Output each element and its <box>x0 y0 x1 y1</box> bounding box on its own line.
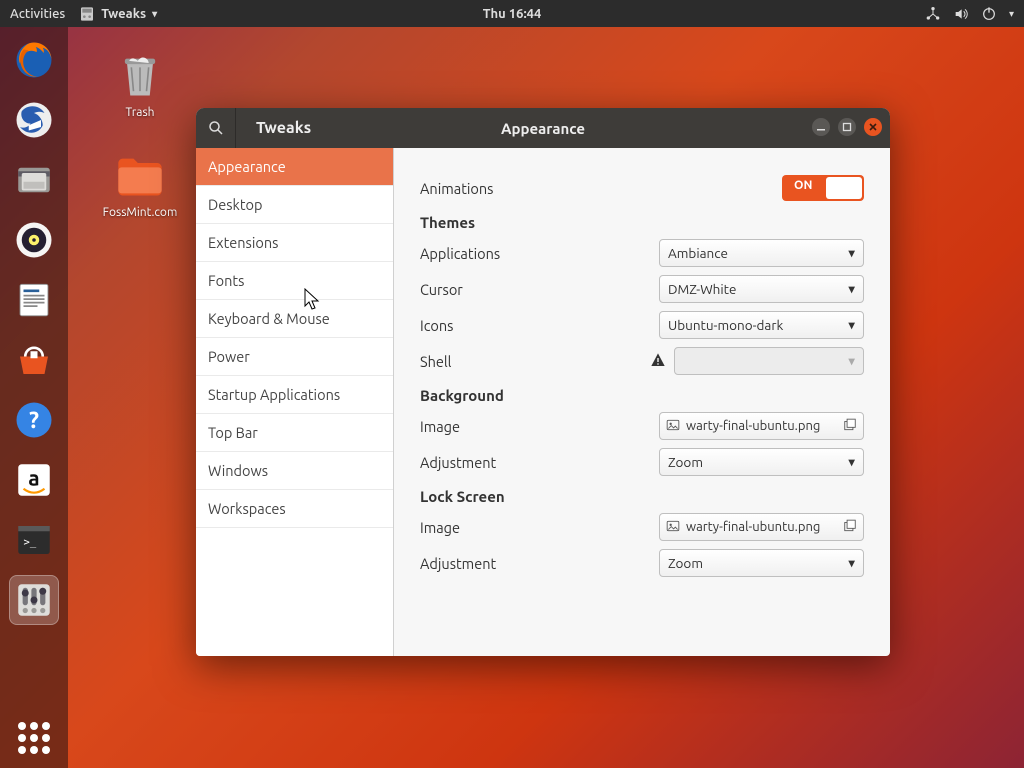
cursor-label: Cursor <box>420 281 650 298</box>
titlebar[interactable]: Tweaks Appearance <box>196 108 890 148</box>
sidebar-item-fonts[interactable]: Fonts <box>196 262 393 300</box>
applications-combo[interactable]: Ambiance ▾ <box>659 239 864 267</box>
mouse-cursor <box>304 288 322 315</box>
shell-combo: ▾ <box>674 347 864 375</box>
chevron-down-icon: ▾ <box>848 281 855 298</box>
desktop-trash[interactable]: Trash <box>100 50 180 119</box>
sidebar-item-windows[interactable]: Windows <box>196 452 393 490</box>
sidebar-item-power[interactable]: Power <box>196 338 393 376</box>
image-file-icon <box>666 519 680 536</box>
warning-icon <box>650 352 666 371</box>
image-file-icon <box>666 418 680 435</box>
ls-image-label: Image <box>420 519 650 536</box>
svg-text:?: ? <box>29 408 39 433</box>
sidebar-item-workspaces[interactable]: Workspaces <box>196 490 393 528</box>
applications-label: Applications <box>420 245 650 262</box>
chevron-down-icon: ▾ <box>848 245 855 262</box>
tweaks-app-icon <box>79 6 95 22</box>
dock-tweaks[interactable] <box>9 575 59 625</box>
sidebar-item-extensions[interactable]: Extensions <box>196 224 393 262</box>
ls-image-button[interactable]: warty-final-ubuntu.png <box>659 513 864 541</box>
sidebar-item-keyboard-mouse[interactable]: Keyboard & Mouse <box>196 300 393 338</box>
search-button[interactable] <box>196 108 236 148</box>
desktop-trash-label: Trash <box>100 106 180 119</box>
tweaks-window: Tweaks Appearance Appearance Desktop Ext… <box>196 108 890 656</box>
themes-header: Themes <box>420 214 864 231</box>
sidebar-item-desktop[interactable]: Desktop <box>196 186 393 224</box>
app-menu[interactable]: Tweaks ▾ <box>79 6 157 22</box>
ls-adjust-combo[interactable]: Zoom ▾ <box>659 549 864 577</box>
icons-combo[interactable]: Ubuntu-mono-dark ▾ <box>659 311 864 339</box>
sidebar-item-startup-apps[interactable]: Startup Applications <box>196 376 393 414</box>
dock-rhythmbox[interactable] <box>9 215 59 265</box>
svg-text:>_: >_ <box>24 536 37 548</box>
chevron-down-icon: ▾ <box>848 454 855 471</box>
svg-text:a: a <box>28 465 39 489</box>
power-icon[interactable] <box>981 6 997 22</box>
dock-writer[interactable] <box>9 275 59 325</box>
background-header: Background <box>420 387 864 404</box>
bg-adjust-combo[interactable]: Zoom ▾ <box>659 448 864 476</box>
show-applications-button[interactable] <box>18 722 50 754</box>
sidebar-item-top-bar[interactable]: Top Bar <box>196 414 393 452</box>
icons-label: Icons <box>420 317 650 334</box>
bg-adjust-label: Adjustment <box>420 454 650 471</box>
file-open-icon <box>843 418 857 435</box>
desktop-folder-label: FossMint.com <box>100 206 180 219</box>
sidebar: Appearance Desktop Extensions Fonts Keyb… <box>196 148 394 656</box>
chevron-down-icon: ▾ <box>848 555 855 572</box>
bg-image-label: Image <box>420 418 650 435</box>
sidebar-item-appearance[interactable]: Appearance <box>196 148 393 186</box>
maximize-button[interactable] <box>838 118 856 136</box>
chevron-down-icon: ▾ <box>152 8 157 20</box>
desktop-folder[interactable]: FossMint.com <box>100 150 180 219</box>
dock-help[interactable]: ? <box>9 395 59 445</box>
volume-icon[interactable] <box>953 6 969 22</box>
minimize-button[interactable] <box>812 118 830 136</box>
animations-label: Animations <box>420 180 650 197</box>
dock-firefox[interactable] <box>9 35 59 85</box>
dock-software[interactable] <box>9 335 59 385</box>
cursor-combo[interactable]: DMZ-White ▾ <box>659 275 864 303</box>
system-menu-caret-icon[interactable]: ▾ <box>1009 8 1014 20</box>
dock-terminal[interactable]: >_ <box>9 515 59 565</box>
bg-image-button[interactable]: warty-final-ubuntu.png <box>659 412 864 440</box>
window-title: Tweaks <box>236 119 311 137</box>
chevron-down-icon: ▾ <box>848 353 855 370</box>
dock-files[interactable] <box>9 155 59 205</box>
chevron-down-icon: ▾ <box>848 317 855 334</box>
animations-toggle[interactable]: ON <box>782 175 864 201</box>
dock-thunderbird[interactable] <box>9 95 59 145</box>
switch-on-label: ON <box>794 179 812 192</box>
dock-amazon[interactable]: a <box>9 455 59 505</box>
lockscreen-header: Lock Screen <box>420 488 864 505</box>
activities-button[interactable]: Activities <box>10 7 65 21</box>
dock: ? a >_ <box>0 27 68 768</box>
gnome-top-bar: Activities Tweaks ▾ Thu 16:44 ▾ <box>0 0 1024 27</box>
app-menu-label: Tweaks <box>101 7 146 21</box>
ls-adjust-label: Adjustment <box>420 555 650 572</box>
close-button[interactable] <box>864 118 882 136</box>
file-open-icon <box>843 519 857 536</box>
shell-label: Shell <box>420 353 650 370</box>
clock[interactable]: Thu 16:44 <box>483 7 542 21</box>
content-pane: Animations ON Themes Applications Ambian… <box>394 148 890 656</box>
network-icon[interactable] <box>925 6 941 22</box>
